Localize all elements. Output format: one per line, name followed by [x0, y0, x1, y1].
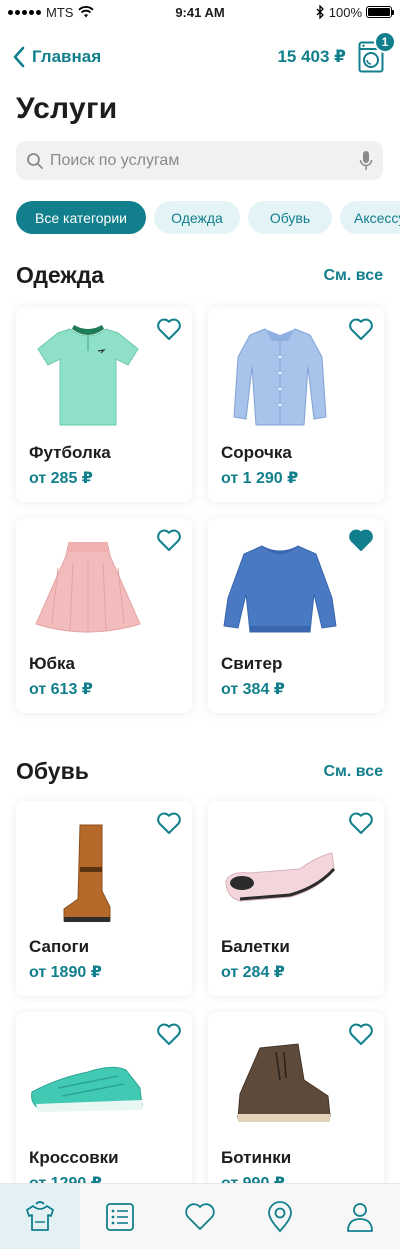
shoes-grid: Сапоги от 1890 ₽ Балетки от 284 ₽ Кроссо…	[16, 801, 384, 1207]
product-name: Футболка	[29, 443, 111, 462]
back-button[interactable]: Главная	[12, 46, 101, 68]
product-name: Свитер	[221, 654, 283, 673]
product-name: Сорочка	[221, 443, 292, 462]
tab-profile[interactable]	[320, 1184, 400, 1249]
status-left: MTS	[8, 4, 95, 20]
chip-all-categories[interactable]: Все категории	[16, 201, 146, 234]
tab-orders[interactable]	[80, 1184, 160, 1249]
search-bar[interactable]	[16, 141, 383, 180]
section-title: Обувь	[16, 758, 89, 784]
list-icon	[106, 1202, 134, 1231]
product-price: от 1890 ₽	[29, 964, 102, 981]
heart-icon	[185, 1202, 215, 1230]
wifi-icon	[78, 6, 95, 18]
chip-accessories[interactable]: Аксессуары	[340, 201, 400, 234]
product-price: от 284 ₽	[221, 964, 285, 981]
product-card-skirt[interactable]: Юбка от 613 ₽	[16, 518, 192, 713]
product-price: от 1 290 ₽	[221, 470, 299, 487]
back-label: Главная	[32, 47, 102, 66]
product-name: Кроссовки	[29, 1148, 119, 1167]
product-card-tshirt[interactable]: Футболка от 285 ₽	[16, 307, 192, 502]
product-card-boots[interactable]: Сапоги от 1890 ₽	[16, 801, 192, 996]
see-all-link[interactable]: См. все	[323, 267, 383, 285]
ankle-boot-image	[220, 1022, 340, 1137]
bluetooth-icon	[316, 5, 324, 19]
boot-image	[28, 811, 148, 926]
sneaker-image	[28, 1022, 148, 1137]
favorite-heart-icon[interactable]	[156, 317, 182, 341]
cart-count-badge: 1	[374, 31, 396, 53]
signal-strength-icon	[8, 9, 41, 15]
balance-amount: 15 403 ₽	[277, 47, 346, 66]
favorite-heart-filled-icon[interactable]	[348, 528, 374, 552]
see-all-link[interactable]: См. все	[323, 763, 383, 781]
chip-shoes[interactable]: Обувь	[248, 201, 332, 234]
tab-locations[interactable]	[240, 1184, 320, 1249]
favorite-heart-icon[interactable]	[156, 811, 182, 835]
nav-bar: Главная 15 403 ₽ 1	[0, 31, 400, 80]
product-name: Сапоги	[29, 937, 90, 956]
cart-button[interactable]: 1	[358, 31, 396, 73]
battery-percent: 100%	[328, 4, 362, 20]
product-card-shirt[interactable]: Сорочка от 1 290 ₽	[208, 307, 384, 502]
search-input[interactable]	[50, 151, 359, 170]
product-card-flats[interactable]: Балетки от 284 ₽	[208, 801, 384, 996]
product-card-sneakers[interactable]: Кроссовки от 1290 ₽	[16, 1012, 192, 1207]
user-icon	[347, 1202, 373, 1232]
battery-icon	[366, 6, 394, 18]
product-price: от 613 ₽	[29, 681, 93, 698]
product-card-sweater[interactable]: Свитер от 384 ₽	[208, 518, 384, 713]
sweater-image	[220, 528, 340, 643]
favorite-heart-icon[interactable]	[348, 1022, 374, 1046]
clothes-icon	[26, 1200, 54, 1231]
category-chips: Все категории Одежда Обувь Аксессуары	[16, 201, 400, 234]
page-title: Услуги	[16, 92, 118, 125]
tab-favorites[interactable]	[160, 1184, 240, 1249]
product-card-ankle-boots[interactable]: Ботинки от 990 ₽	[208, 1012, 384, 1207]
favorite-heart-icon[interactable]	[348, 317, 374, 341]
section-title: Одежда	[16, 262, 105, 288]
product-name: Балетки	[221, 937, 290, 956]
section-header-shoes: Обувь См. все	[16, 758, 383, 785]
favorite-heart-icon[interactable]	[156, 528, 182, 552]
section-header-clothes: Одежда См. все	[16, 262, 383, 289]
chevron-left-icon	[13, 46, 25, 68]
status-bar: MTS 9:41 AM 100%	[0, 0, 400, 24]
product-name: Ботинки	[221, 1148, 292, 1167]
skirt-image	[28, 528, 148, 643]
bottom-tab-bar	[0, 1183, 400, 1249]
product-name: Юбка	[29, 654, 75, 673]
product-price: от 384 ₽	[221, 681, 285, 698]
flats-image	[220, 811, 340, 926]
status-right: 100%	[316, 4, 394, 20]
tshirt-image	[28, 317, 148, 432]
favorite-heart-icon[interactable]	[156, 1022, 182, 1046]
location-pin-icon	[268, 1200, 292, 1232]
product-price: от 285 ₽	[29, 470, 93, 487]
balance-area: 15 403 ₽ 1	[277, 31, 396, 73]
search-icon	[27, 152, 43, 169]
clothes-grid: Футболка от 285 ₽ Сорочка от 1 290 ₽ Юбк…	[16, 307, 384, 713]
carrier-name: MTS	[46, 4, 74, 20]
favorite-heart-icon[interactable]	[348, 811, 374, 835]
shirt-image	[220, 317, 340, 432]
chip-clothes[interactable]: Одежда	[154, 201, 240, 234]
tab-services[interactable]	[0, 1184, 80, 1249]
microphone-icon[interactable]	[359, 150, 373, 172]
